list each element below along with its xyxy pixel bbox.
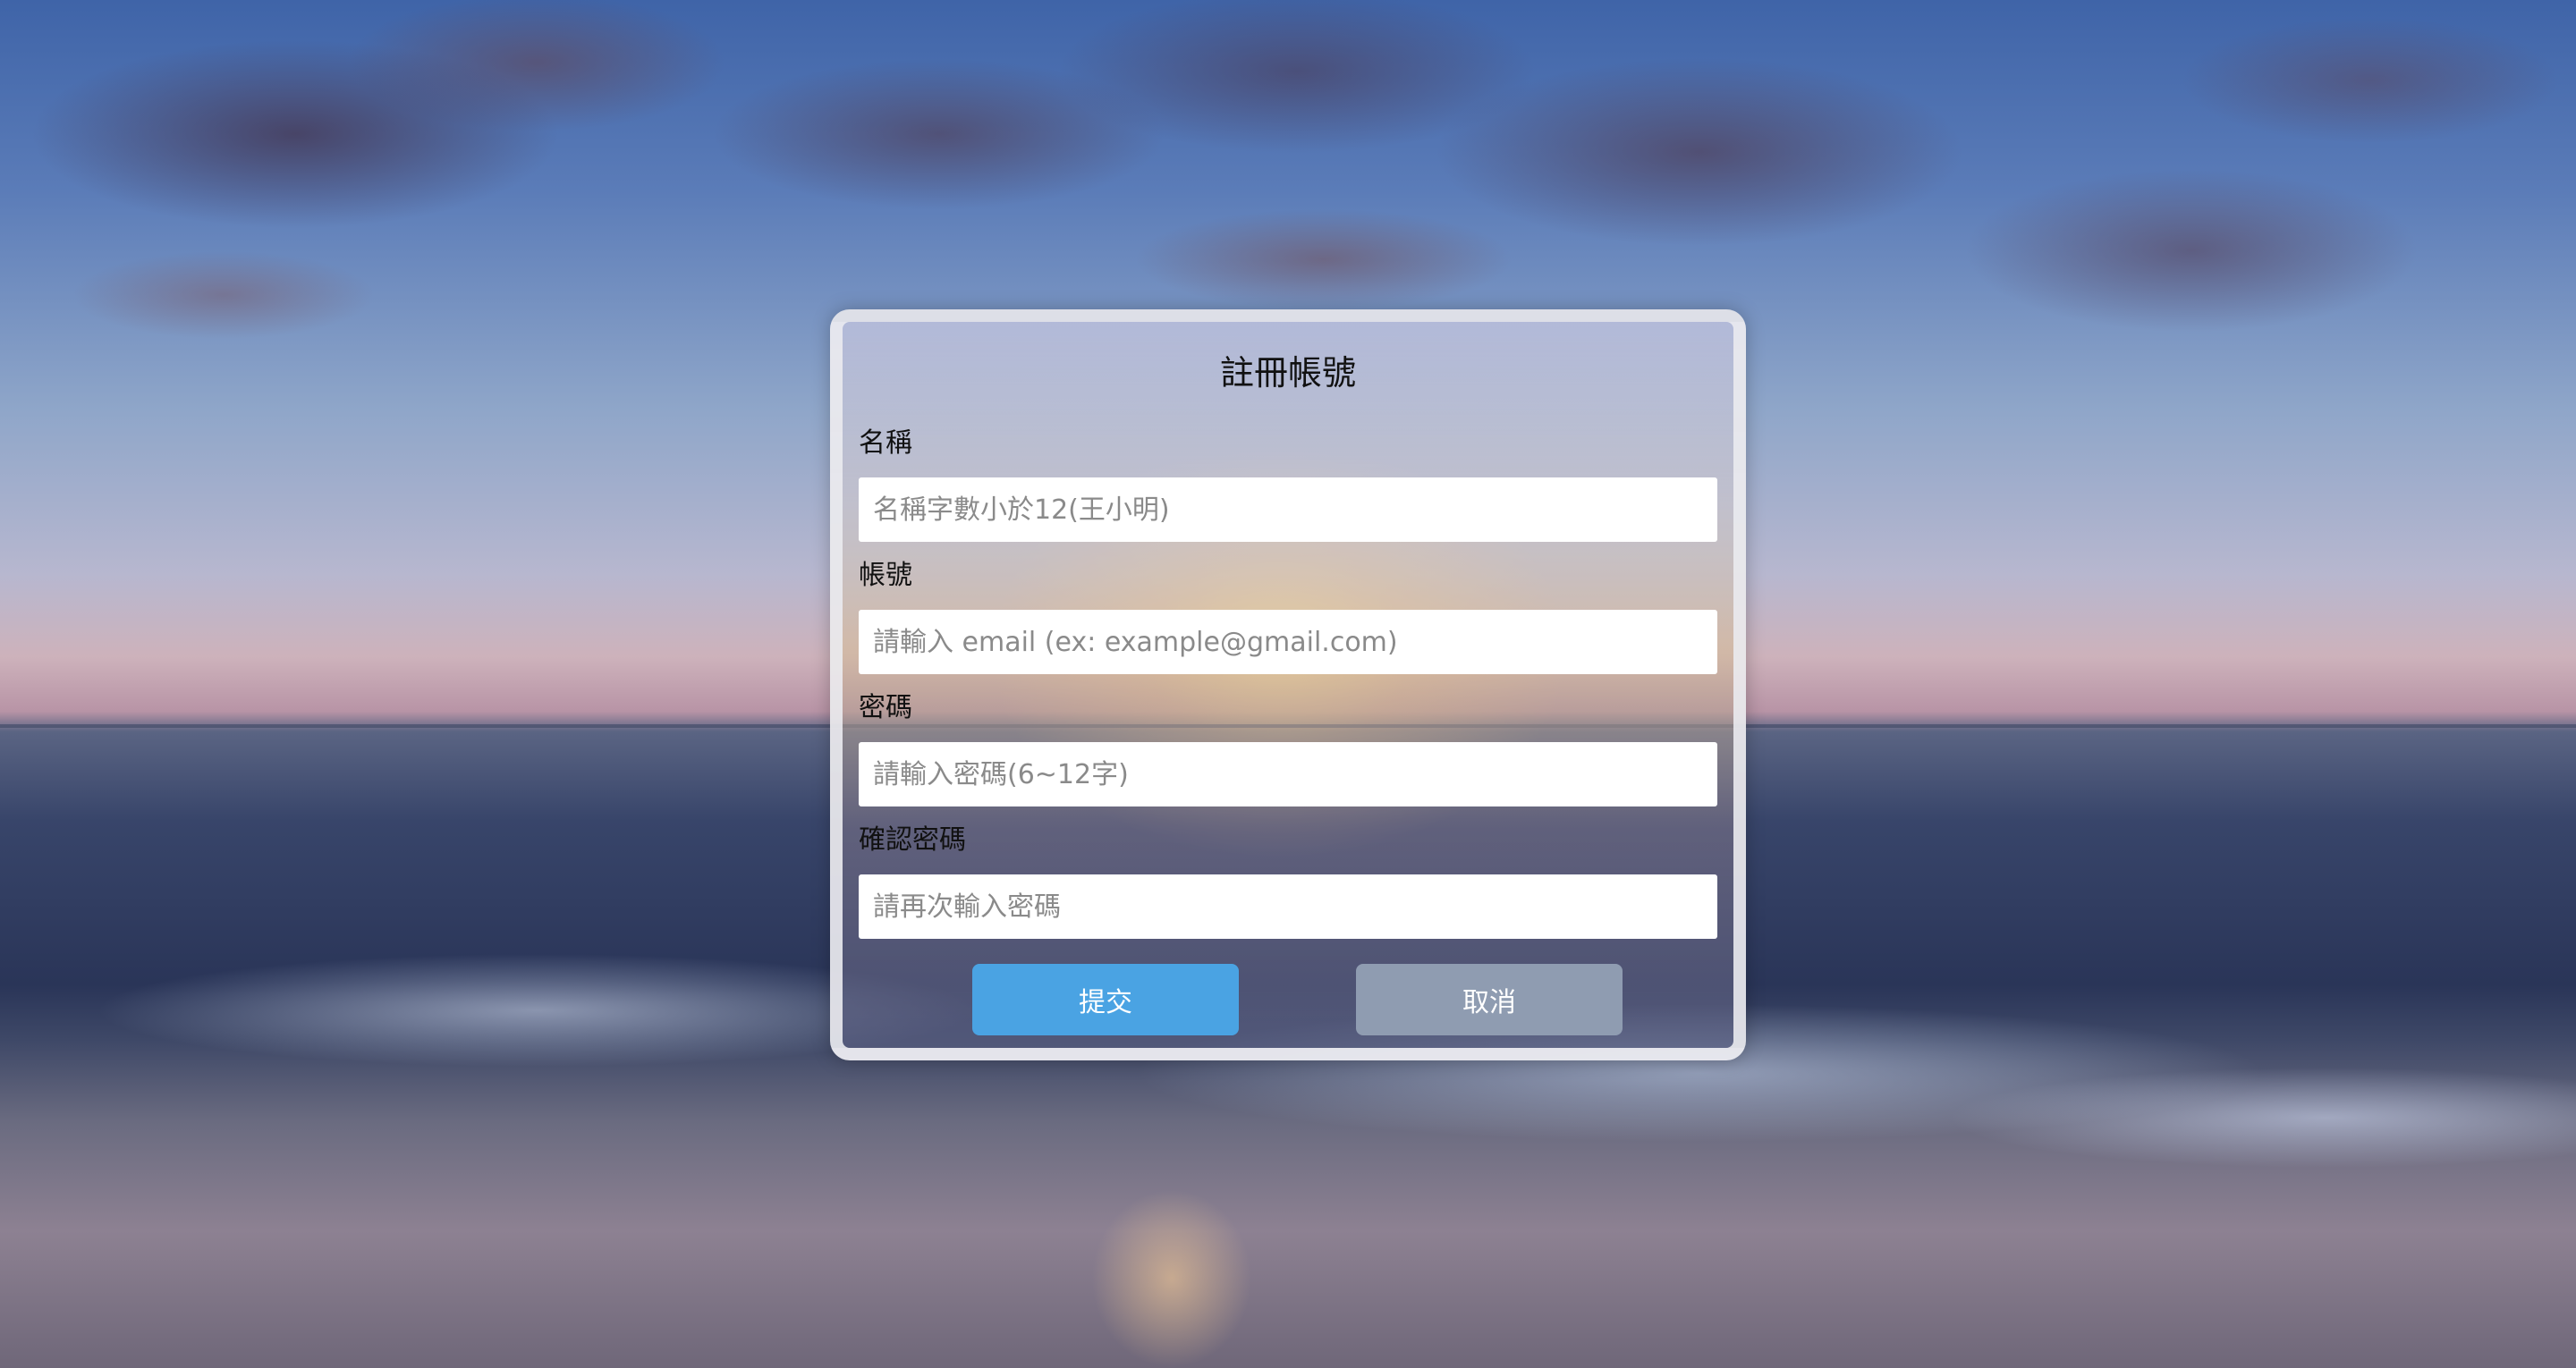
confirm-password-input[interactable] [859,874,1717,939]
name-label: 名稱 [859,427,912,459]
password-label: 密碼 [859,692,912,723]
cancel-button[interactable]: 取消 [1356,964,1623,1035]
confirm-password-label: 確認密碼 [859,824,966,856]
form-title: 註冊帳號 [1219,353,1356,393]
email-input[interactable] [859,610,1717,674]
background-beach-sunset: 註冊帳號 名稱 帳號 密碼 確認密碼 提交 取消 [0,0,2576,1368]
name-input[interactable] [859,477,1717,542]
password-input[interactable] [859,742,1717,806]
account-label: 帳號 [859,560,912,591]
beach-reflection [1091,1189,1252,1368]
register-form-dialog: 註冊帳號 名稱 帳號 密碼 確認密碼 提交 取消 [830,309,1746,1060]
submit-button[interactable]: 提交 [972,964,1239,1035]
